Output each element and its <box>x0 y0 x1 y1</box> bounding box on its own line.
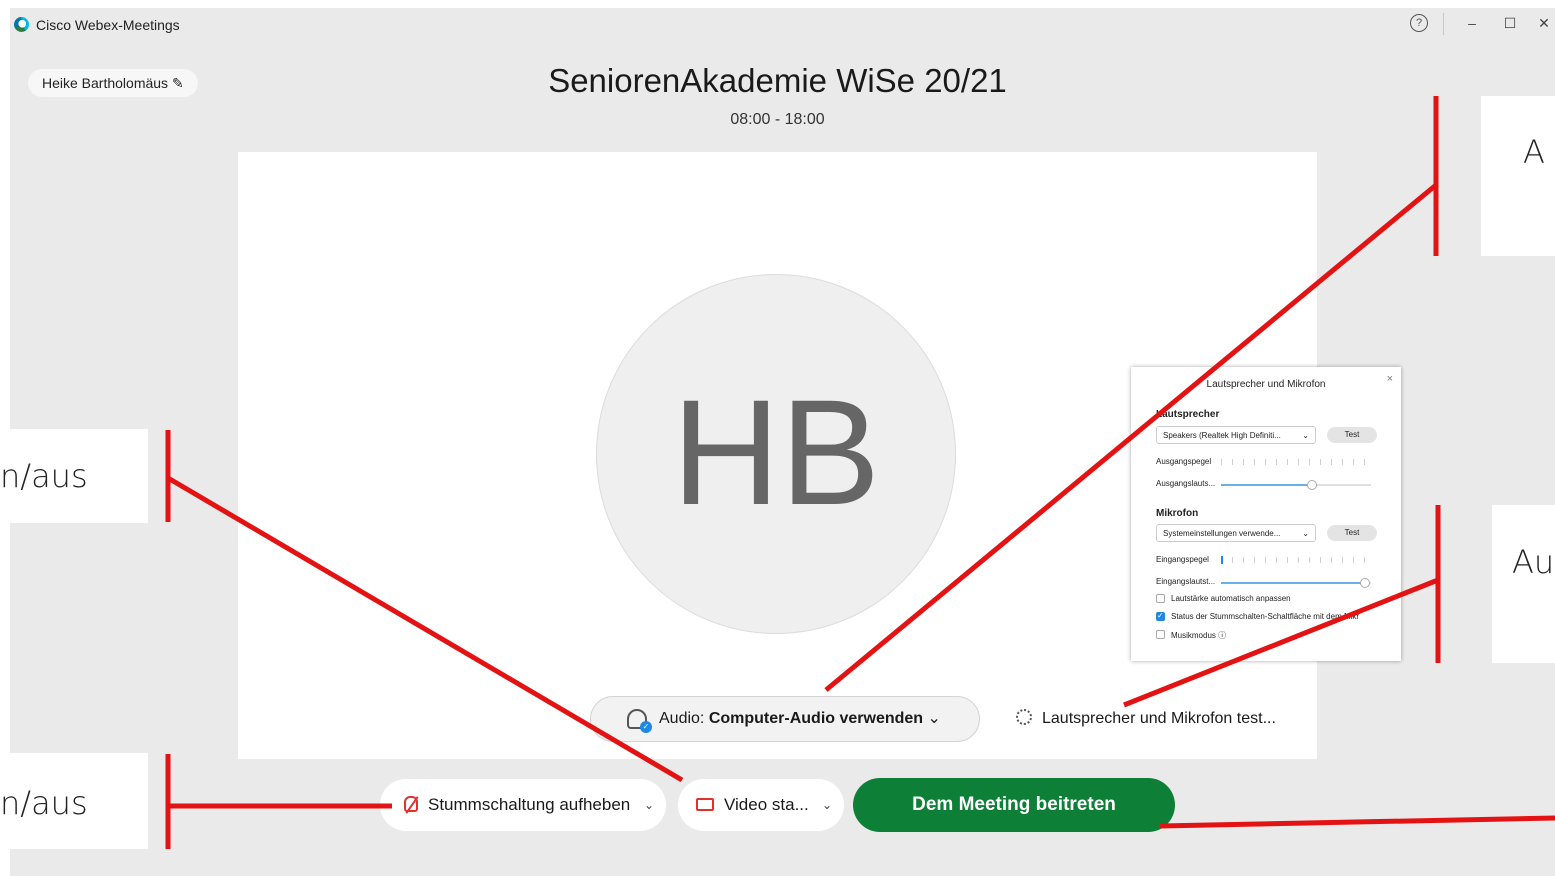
popup-close-icon[interactable]: × <box>1387 373 1393 385</box>
auto-adjust-label: Lautstärke automatisch anpassen <box>1171 594 1291 603</box>
output-volume-slider[interactable] <box>1221 480 1371 490</box>
start-video-label: Video sta... <box>724 795 809 814</box>
audio-prefix: Audio: <box>659 710 705 727</box>
audio-connection-selector[interactable]: ✓ Audio: Computer-Audio verwenden ⌄ <box>590 696 980 742</box>
close-button[interactable]: ✕ <box>1532 12 1555 34</box>
mic-heading: Mikrofon <box>1156 508 1199 519</box>
webex-logo-icon <box>14 17 29 32</box>
app-title: Cisco Webex-Meetings <box>36 17 180 33</box>
checkmark-icon: ✓ <box>640 721 652 733</box>
callout-left-bottom: n/aus <box>0 753 148 849</box>
mic-device-value: Systemeinstellungen verwende... <box>1163 529 1281 538</box>
speaker-device-value: Speakers (Realtek High Definiti... <box>1163 431 1281 440</box>
music-mode-label: Musikmodus ⓘ <box>1171 631 1227 640</box>
meeting-time: 08:00 - 18:00 <box>730 111 825 128</box>
speaker-device-select[interactable]: Speakers (Realtek High Definiti... ⌄ <box>1156 426 1316 444</box>
maximize-button[interactable]: ☐ <box>1498 12 1522 34</box>
output-volume-knob[interactable] <box>1307 480 1317 490</box>
auto-adjust-checkbox[interactable] <box>1156 594 1165 603</box>
minimize-button[interactable]: – <box>1460 12 1484 34</box>
camera-off-icon <box>696 798 714 811</box>
chevron-down-icon[interactable]: ⌄ <box>822 779 832 831</box>
chevron-down-icon: ⌄ <box>1302 431 1309 440</box>
sync-mute-label: Status der Stummschalten-Schaltfläche mi… <box>1171 612 1360 621</box>
audio-settings-popup: Lautsprecher und Mikrofon × Lautsprecher… <box>1131 367 1401 661</box>
microphone-muted-icon <box>404 796 418 812</box>
title-bar: Cisco Webex-Meetings ? – ☐ ✕ <box>10 8 1555 42</box>
unmute-label: Stummschaltung aufheben <box>428 795 631 814</box>
input-volume-label: Eingangslautst... <box>1156 577 1216 586</box>
input-volume-slider[interactable] <box>1221 578 1371 588</box>
popup-title: Lautsprecher und Mikrofon <box>1206 379 1326 390</box>
chevron-down-icon: ⌄ <box>1302 529 1309 538</box>
help-icon[interactable]: ? <box>1410 14 1428 32</box>
headset-icon: ✓ <box>627 709 652 733</box>
join-meeting-button[interactable]: Dem Meeting beitreten <box>853 778 1175 832</box>
speaker-mic-test-link[interactable]: Lautsprecher und Mikrofon test... <box>1016 706 1276 732</box>
start-video-button[interactable]: Video sta... ⌄ <box>678 779 844 831</box>
avatar: HB <box>596 274 956 634</box>
input-level-meter <box>1221 556 1371 564</box>
mic-test-button[interactable]: Test <box>1327 525 1377 541</box>
titlebar-divider <box>1443 13 1444 35</box>
music-mode-checkbox[interactable] <box>1156 630 1165 639</box>
audio-selector-text: Audio: Computer-Audio verwenden ⌄ <box>659 697 941 741</box>
audio-value: Computer-Audio verwenden <box>708 710 924 727</box>
speaker-test-button[interactable]: Test <box>1327 427 1377 443</box>
callout-left-middle: n/aus <box>0 429 148 523</box>
speaker-mic-test-label: Lautsprecher und Mikrofon test... <box>1042 710 1276 727</box>
output-level-label: Ausgangspegel <box>1156 457 1212 466</box>
input-volume-knob[interactable] <box>1359 578 1370 588</box>
meeting-title: SeniorenAkademie WiSe 20/21 <box>548 62 1007 99</box>
output-level-meter <box>1221 459 1371 465</box>
chevron-down-icon[interactable]: ⌄ <box>644 779 654 831</box>
unmute-button[interactable]: Stummschaltung aufheben ⌄ <box>380 779 666 831</box>
output-volume-fill <box>1221 484 1311 486</box>
speaker-heading: Lautsprecher <box>1156 409 1220 420</box>
mic-device-select[interactable]: Systemeinstellungen verwende... ⌄ <box>1156 524 1316 542</box>
gear-icon <box>1016 709 1032 725</box>
chevron-down-icon: ⌄ <box>927 710 941 727</box>
video-preview: HB Lautsprecher und Mikrofon × Lautsprec… <box>238 152 1401 759</box>
input-volume-fill <box>1221 582 1364 584</box>
callout-right-middle: Au <box>1492 505 1555 663</box>
callout-top-right: A <box>1481 96 1555 256</box>
sync-mute-checkbox[interactable] <box>1156 611 1165 621</box>
input-level-label: Eingangspegel <box>1156 555 1209 564</box>
output-volume-label: Ausgangslauts... <box>1156 479 1216 488</box>
